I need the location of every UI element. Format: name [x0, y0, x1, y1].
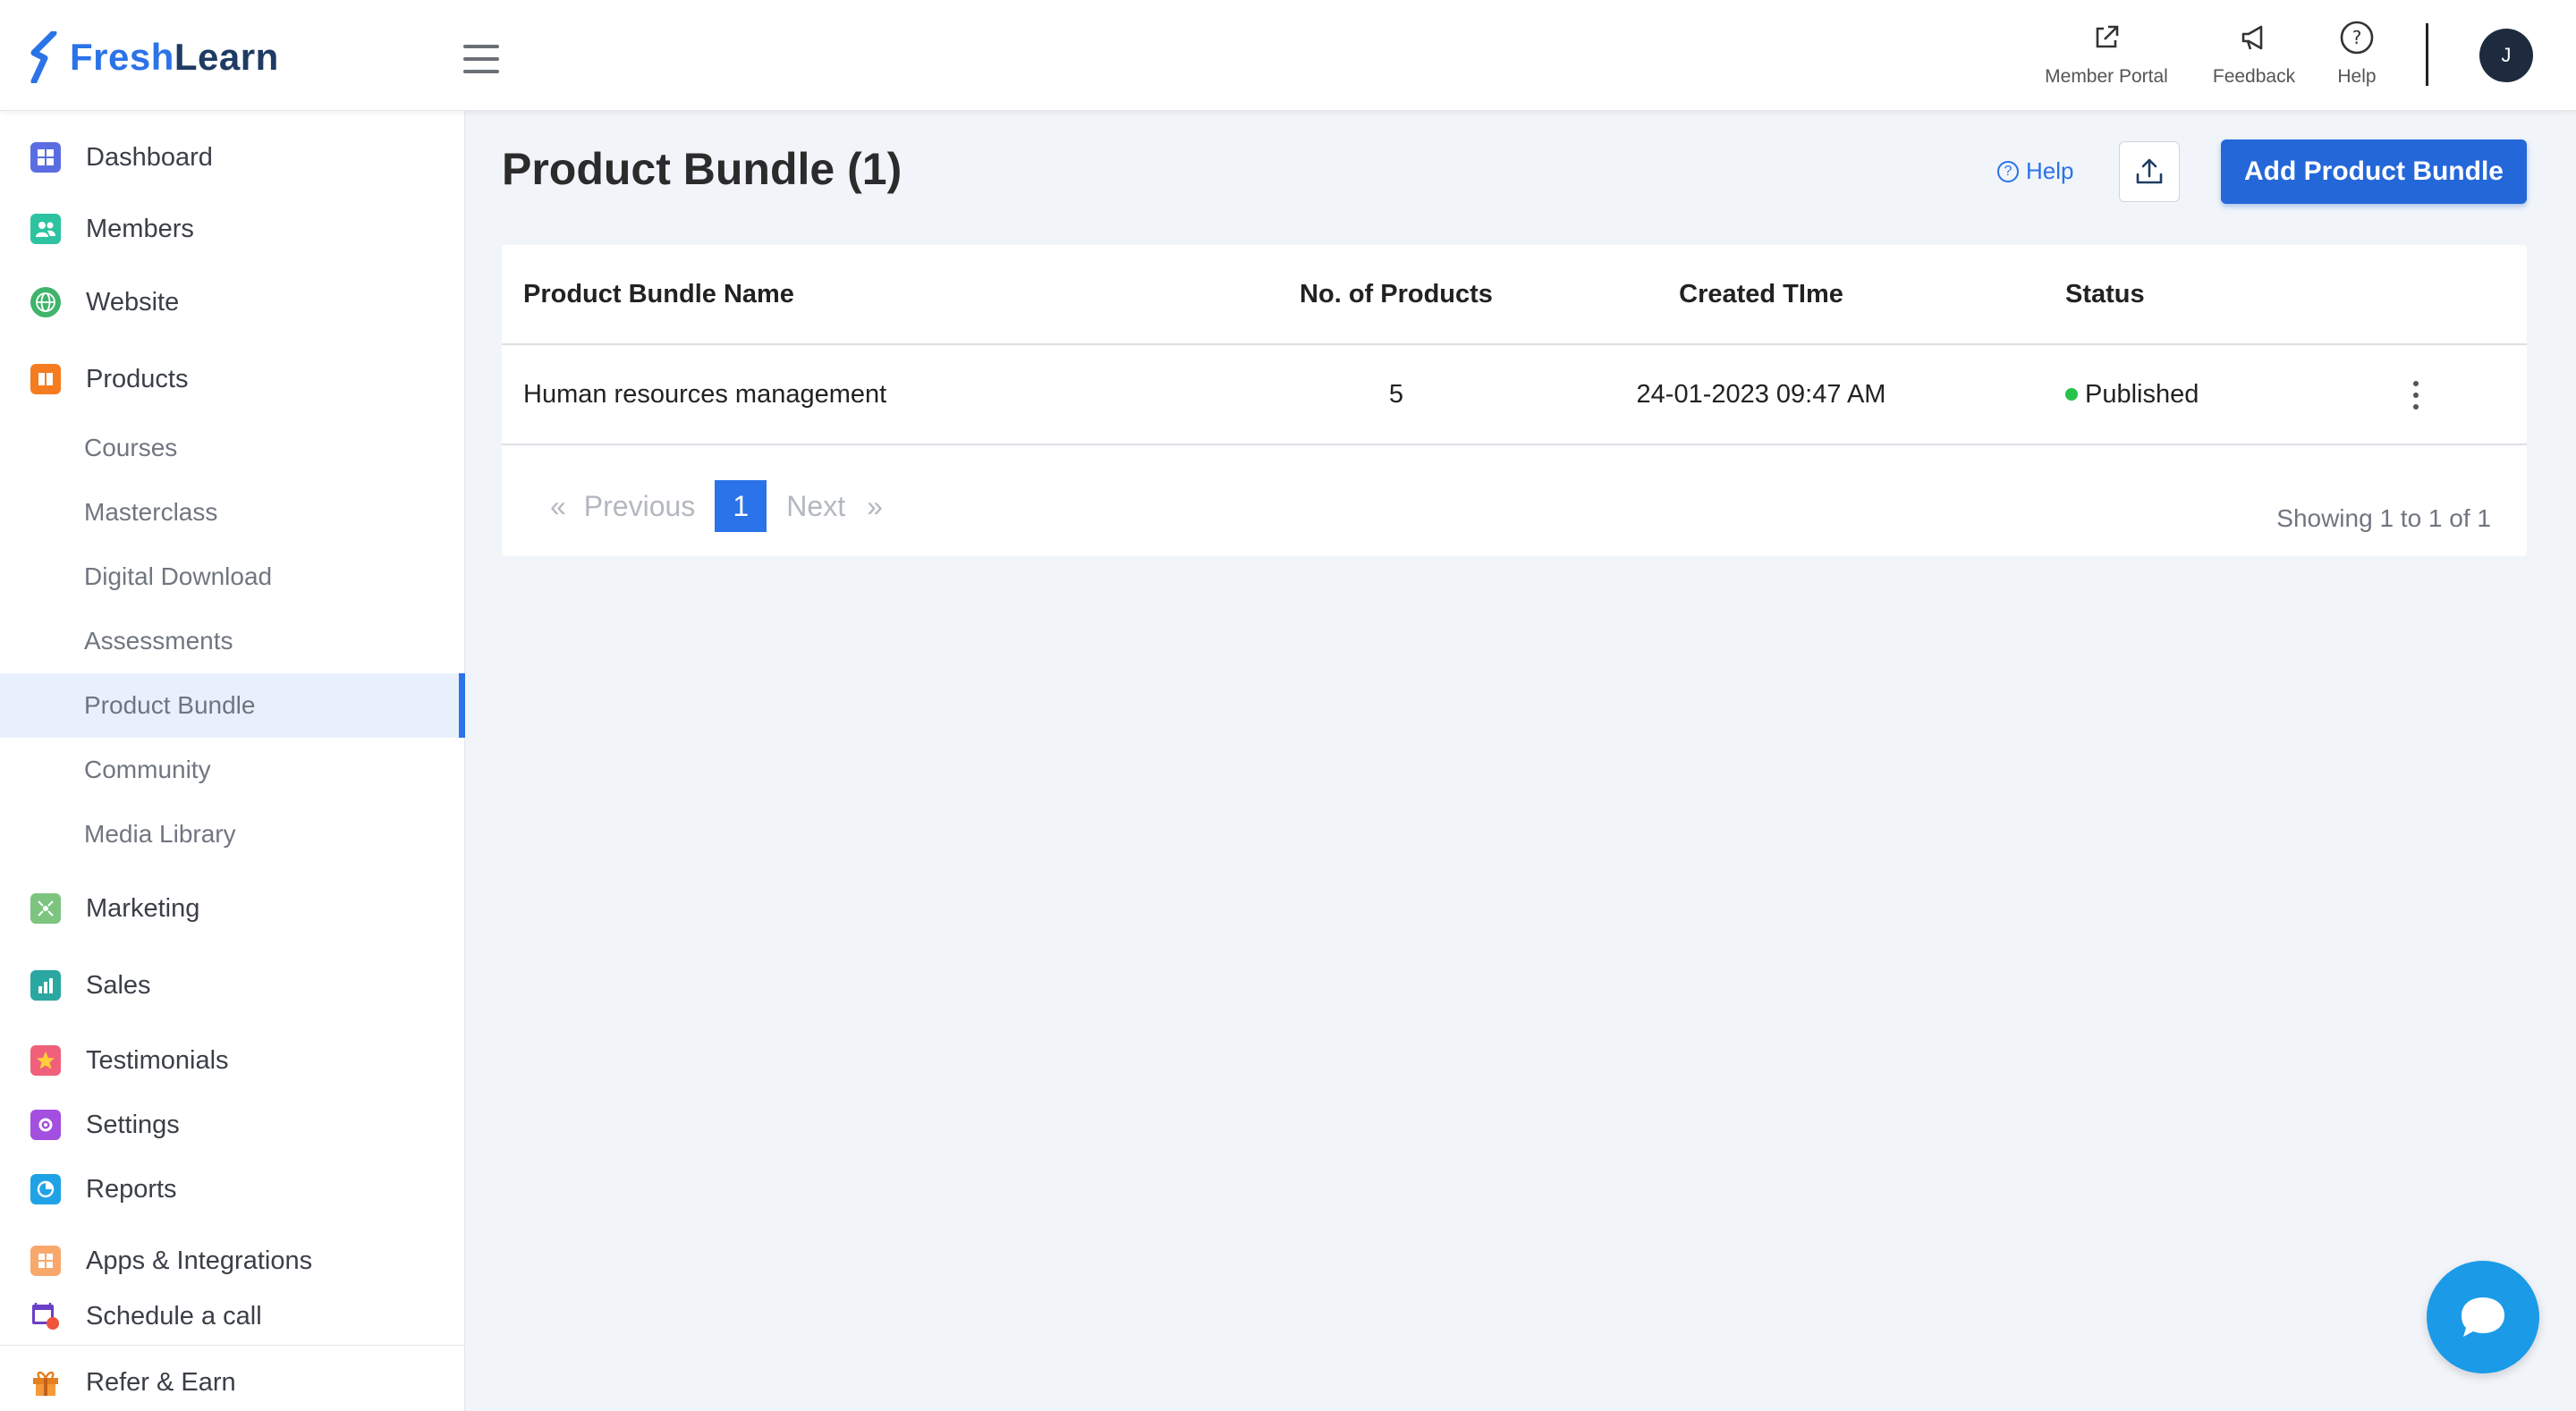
sidebar-subitem-masterclass[interactable]: Masterclass: [0, 480, 465, 545]
megaphone-icon: [2241, 25, 2263, 50]
gift-icon: [30, 1367, 61, 1398]
table-row[interactable]: Human resources management 5 24-01-2023 …: [502, 345, 2527, 445]
status-dot-icon: [2065, 388, 2078, 401]
sidebar-item-label: Products: [86, 364, 189, 393]
sidebar-item-label: Members: [86, 214, 194, 243]
add-product-bundle-button[interactable]: Add Product Bundle: [2221, 139, 2527, 204]
top-bar: FreshLearn Member Portal Feedback ? Help…: [0, 0, 2576, 111]
sidebar-item-website[interactable]: Website: [0, 274, 465, 331]
created-time: 24-01-2023 09:47 AM: [1636, 379, 1886, 409]
sidebar-item-label: Dashboard: [86, 142, 213, 172]
pagination: « Previous 1 Next »: [550, 479, 883, 533]
sidebar-item-label: Website: [86, 287, 180, 317]
sidebar-item-products[interactable]: Products: [0, 351, 465, 408]
help-link[interactable]: ? Help: [1997, 157, 2073, 185]
row-actions-icon[interactable]: [2407, 381, 2425, 410]
avatar[interactable]: J: [2479, 29, 2533, 82]
page-title: Product Bundle (1): [502, 144, 902, 194]
sidebar-divider: [0, 1345, 465, 1346]
calendar-icon: [30, 1301, 61, 1331]
main-content: Product Bundle (1) ? Help Add Product Bu…: [466, 111, 2576, 1411]
sidebar-item-label: Marketing: [86, 893, 200, 923]
header-divider: [2426, 23, 2428, 86]
feedback-button[interactable]: Feedback: [2209, 20, 2299, 88]
dashboard-icon: [30, 142, 61, 173]
sidebar-item-schedule-call[interactable]: Schedule a call: [0, 1288, 465, 1345]
sidebar-item-label: Sales: [86, 970, 151, 1000]
sidebar-item-marketing[interactable]: Marketing: [0, 880, 465, 937]
sidebar-item-label: Refer & Earn: [86, 1367, 236, 1397]
help-button[interactable]: ? Help: [2329, 20, 2385, 88]
members-icon: [30, 214, 61, 244]
svg-text:?: ?: [2352, 27, 2362, 48]
sidebar-item-apps-integrations[interactable]: Apps & Integrations: [0, 1232, 465, 1289]
sidebar-item-label: Schedule a call: [86, 1301, 262, 1331]
next-page-button[interactable]: Next: [786, 490, 845, 523]
freshlearn-logo-icon: [30, 31, 57, 83]
member-portal-label: Member Portal: [2045, 66, 2168, 87]
sidebar-subitem-label: Community: [84, 756, 211, 783]
sidebar-subitem-label: Digital Download: [84, 562, 273, 590]
pagination-summary: Showing 1 to 1 of 1: [2276, 504, 2491, 532]
feedback-label: Feedback: [2212, 66, 2296, 87]
previous-page-button[interactable]: Previous: [584, 490, 696, 523]
help-circle-icon: ?: [2340, 21, 2374, 55]
sidebar-subitem-label: Product Bundle: [84, 691, 256, 719]
column-header-status[interactable]: Status: [2065, 245, 2145, 343]
export-button[interactable]: [2119, 141, 2180, 202]
sidebar-subitem-label: Assessments: [84, 627, 233, 655]
sidebar-item-refer-earn[interactable]: Refer & Earn: [0, 1354, 465, 1411]
gear-icon: [30, 1110, 61, 1140]
status-badge: Published: [2065, 345, 2199, 444]
sidebar-subitem-label: Courses: [84, 434, 178, 461]
page-scrollbar[interactable]: [2563, 111, 2576, 1411]
sidebar-subitem-courses[interactable]: Courses: [0, 416, 465, 480]
help-circle-icon: ?: [1997, 160, 2019, 182]
member-portal-button[interactable]: Member Portal: [2041, 20, 2172, 88]
bundle-name[interactable]: Human resources management: [523, 345, 886, 444]
sidebar-item-label: Testimonials: [86, 1045, 229, 1075]
sidebar-subitem-label: Media Library: [84, 820, 236, 848]
column-header-created[interactable]: Created TIme: [1493, 245, 2029, 343]
chart-icon: [30, 970, 61, 1001]
bundle-table-card: Product Bundle Name No. of Products Crea…: [502, 245, 2527, 556]
pie-icon: [30, 1174, 61, 1204]
sidebar-item-members[interactable]: Members: [0, 200, 465, 258]
status-label: Published: [2085, 379, 2199, 409]
book-icon: [30, 364, 61, 394]
help-label: Help: [2337, 66, 2377, 87]
sidebar-item-label: Reports: [86, 1174, 177, 1204]
column-header-name[interactable]: Product Bundle Name: [523, 245, 794, 343]
first-page-button[interactable]: «: [550, 490, 566, 523]
sidebar-subitem-community[interactable]: Community: [0, 738, 465, 802]
sidebar-item-testimonials[interactable]: Testimonials: [0, 1032, 465, 1089]
sidebar-item-reports[interactable]: Reports: [0, 1161, 465, 1218]
upload-icon: [2136, 158, 2163, 184]
help-link-label: Help: [2026, 157, 2074, 184]
sidebar-item-settings[interactable]: Settings: [0, 1096, 465, 1153]
sidebar-item-sales[interactable]: Sales: [0, 957, 465, 1014]
external-link-icon: [2096, 25, 2119, 48]
sidebar-subitem-assessments[interactable]: Assessments: [0, 609, 465, 673]
sidebar-item-dashboard[interactable]: Dashboard: [0, 129, 465, 186]
sidebar-subitem-digital-download[interactable]: Digital Download: [0, 545, 465, 609]
table-header: Product Bundle Name No. of Products Crea…: [502, 245, 2527, 345]
current-page-button[interactable]: 1: [715, 480, 767, 532]
last-page-button[interactable]: »: [867, 490, 883, 523]
globe-icon: [30, 287, 61, 317]
apps-icon: [30, 1246, 61, 1276]
sidebar-item-label: Settings: [86, 1110, 180, 1139]
star-icon: [30, 1045, 61, 1076]
freshlearn-logo[interactable]: FreshLearn: [27, 30, 279, 84]
sidebar-subitem-product-bundle[interactable]: Product Bundle: [0, 673, 465, 738]
sidebar: Dashboard Members Website Products Cours…: [0, 111, 465, 1411]
sidebar-subitem-media-library[interactable]: Media Library: [0, 802, 465, 866]
brand-name: FreshLearn: [70, 36, 279, 78]
marketing-icon: [30, 893, 61, 924]
sidebar-subitem-label: Masterclass: [84, 498, 218, 526]
chat-button[interactable]: [2427, 1261, 2539, 1373]
sidebar-item-label: Apps & Integrations: [86, 1246, 313, 1275]
menu-toggle-icon[interactable]: [463, 45, 499, 73]
chat-bubble-icon: [2462, 1297, 2504, 1337]
